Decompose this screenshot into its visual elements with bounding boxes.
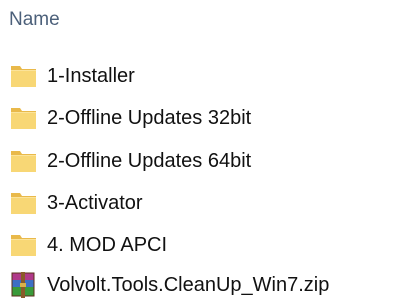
folder-icon — [9, 148, 39, 174]
column-header-bar: Name — [0, 0, 400, 36]
file-name: 3-Activator — [47, 192, 143, 214]
file-name: 4. MOD APCI — [47, 234, 168, 256]
list-item[interactable]: Volvolt.Tools.CleanUp_Win7.zip — [0, 265, 400, 305]
list-item[interactable]: 3-Activator — [0, 183, 400, 223]
column-header-name[interactable]: Name — [9, 9, 60, 31]
file-name: 1-Installer — [47, 65, 135, 87]
folder-icon — [9, 105, 39, 131]
list-item[interactable]: 1-Installer — [0, 56, 400, 96]
file-name: 2-Offline Updates 64bit — [47, 150, 252, 172]
folder-icon — [9, 232, 39, 258]
folder-icon — [9, 63, 39, 89]
list-item[interactable]: 2-Offline Updates 64bit — [0, 141, 400, 181]
folder-icon — [9, 190, 39, 216]
winrar-archive-icon — [9, 272, 39, 298]
file-name: 2-Offline Updates 32bit — [47, 107, 252, 129]
list-item[interactable]: 2-Offline Updates 32bit — [0, 98, 400, 138]
file-name: Volvolt.Tools.CleanUp_Win7.zip — [47, 274, 330, 296]
sort-ascending-icon — [258, 0, 272, 5]
list-item[interactable]: 4. MOD APCI — [0, 225, 400, 265]
